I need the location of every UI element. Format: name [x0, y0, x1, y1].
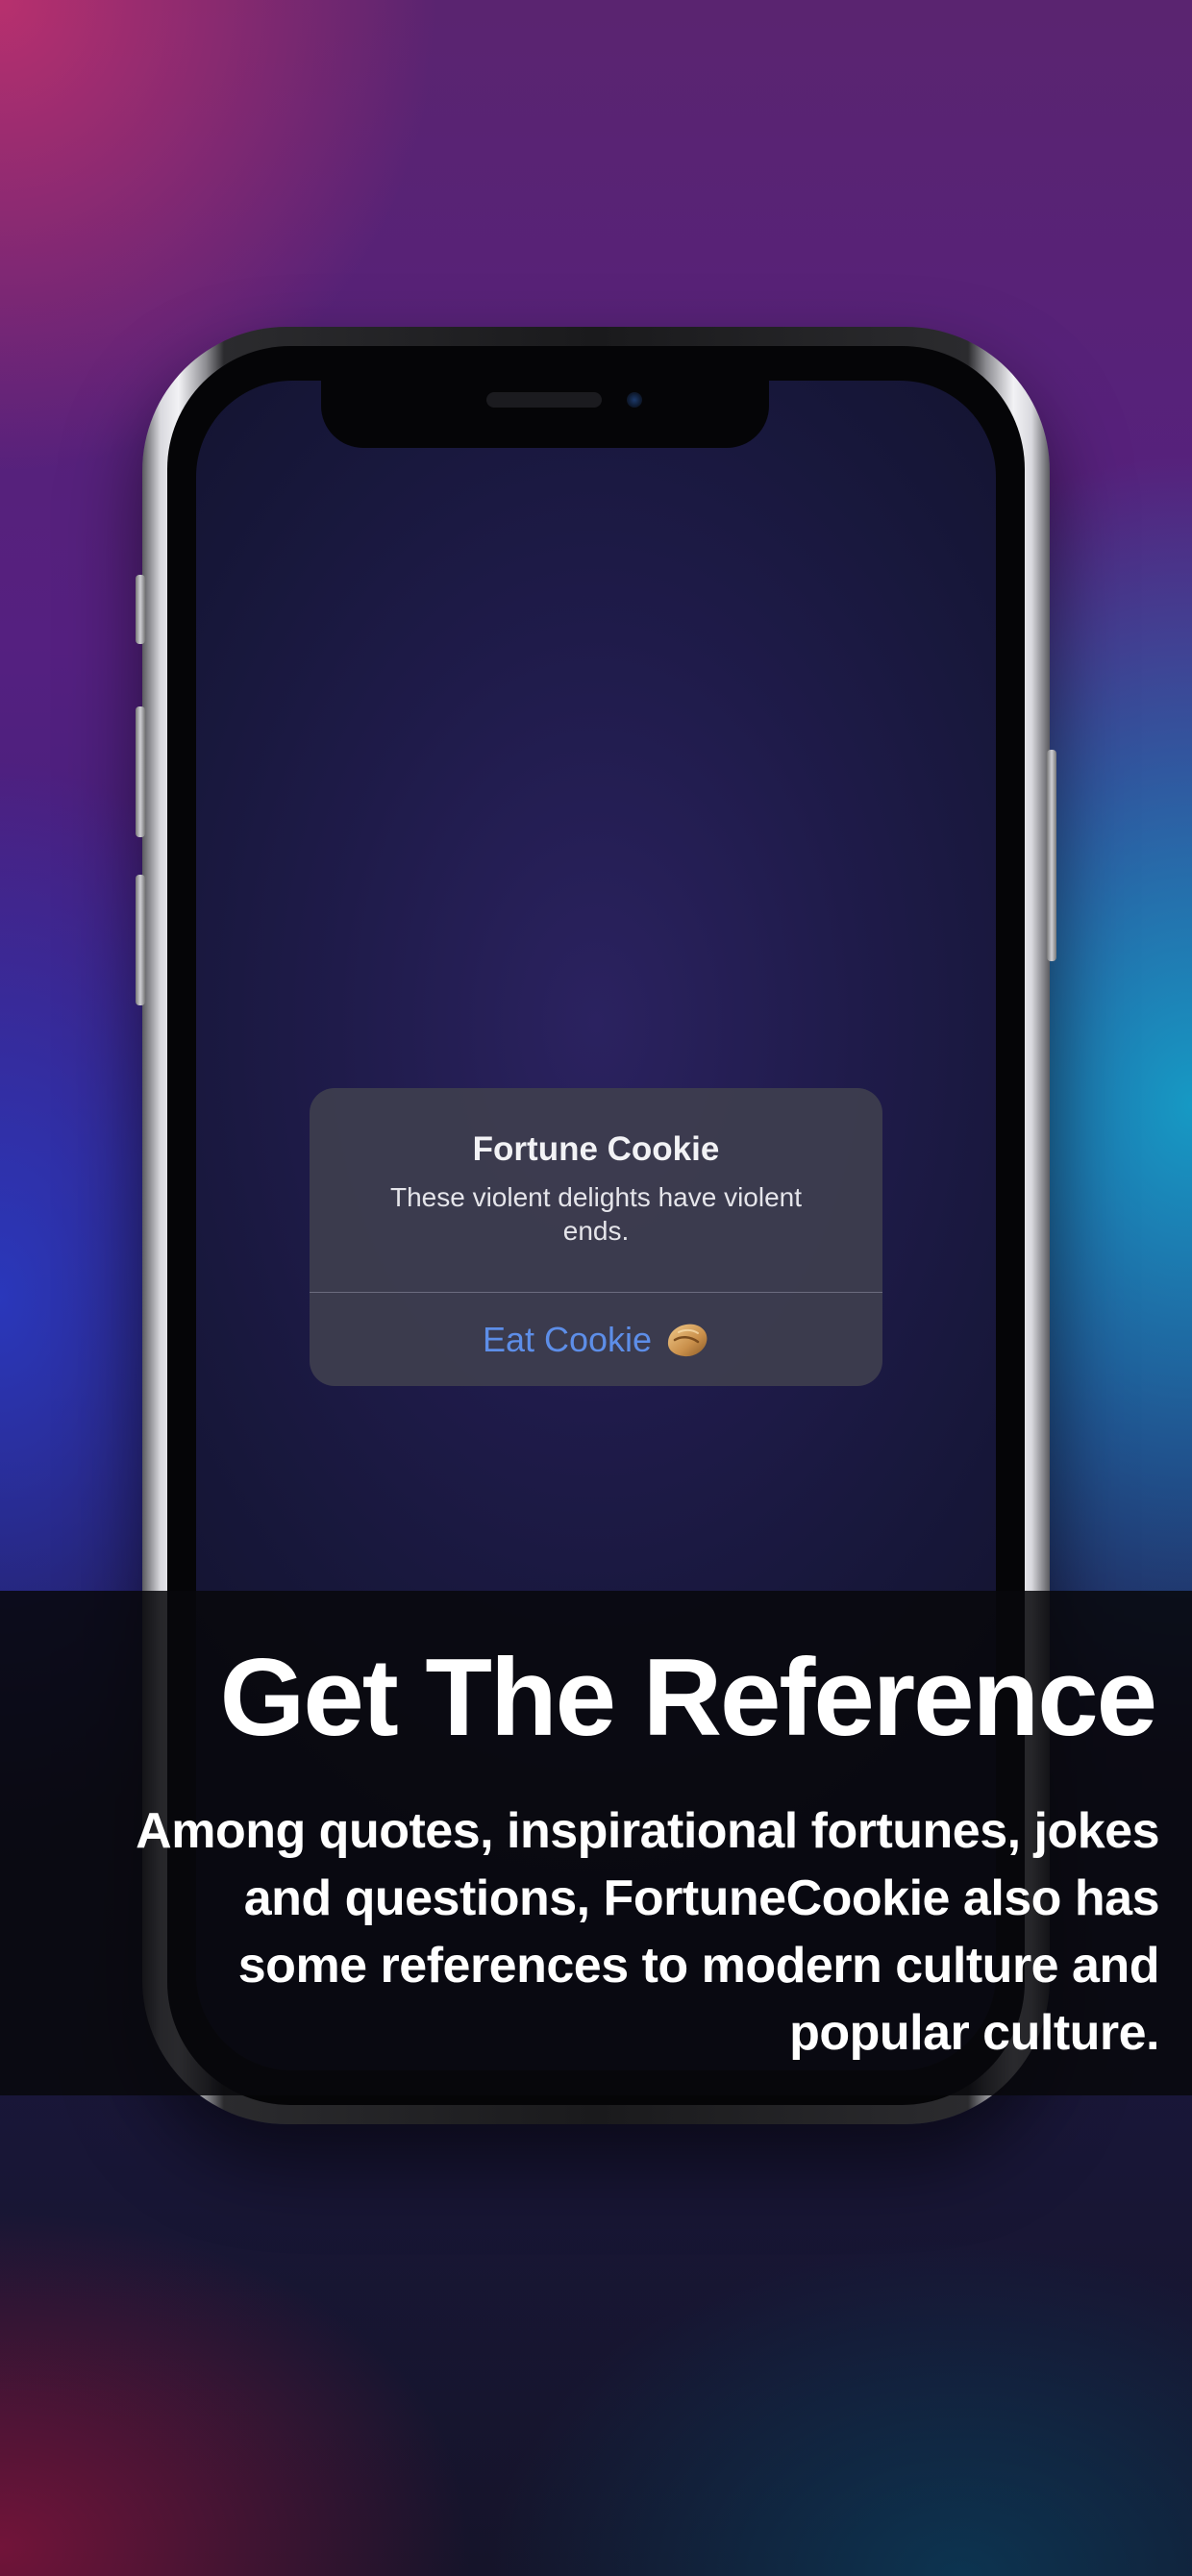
- alert-message: These violent delights have violent ends…: [389, 1182, 803, 1246]
- volume-up-button: [136, 706, 145, 837]
- speaker-grille: [486, 392, 602, 408]
- volume-down-button: [136, 875, 145, 1005]
- eat-cookie-label: Eat Cookie: [482, 1319, 653, 1359]
- alert-title: Fortune Cookie: [472, 1130, 720, 1168]
- front-camera-icon: [627, 392, 642, 408]
- caption-body: Among quotes, inspirational fortunes, jo…: [136, 1803, 1159, 2061]
- power-button: [1047, 750, 1056, 961]
- fortune-cookie-icon: [665, 1321, 709, 1359]
- action-button: [136, 575, 145, 644]
- eat-cookie-button[interactable]: Eat Cookie: [310, 1293, 882, 1386]
- fortune-alert-dialog: Fortune Cookie These violent delights ha…: [310, 1088, 882, 1386]
- phone-notch: [321, 381, 769, 448]
- headline: Get The Reference: [219, 1637, 1157, 1759]
